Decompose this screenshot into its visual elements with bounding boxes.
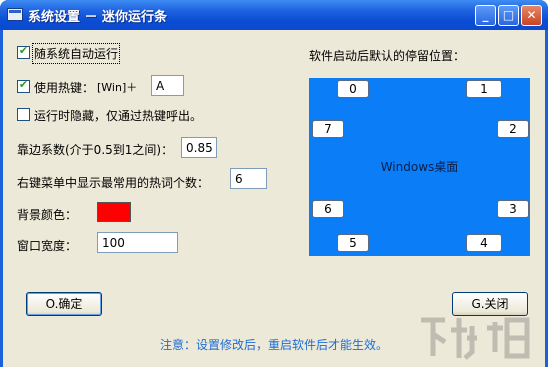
desktop-preview: 0 1 7 2 Windows桌面 6 3 5 4	[309, 78, 530, 256]
close-window-button[interactable]: ✕	[521, 5, 542, 26]
autostart-label[interactable]: 随系统自动运行	[31, 43, 121, 64]
maximize-icon: □	[502, 8, 515, 22]
dock-position-2[interactable]: 2	[497, 120, 529, 138]
background-color-label: 背景颜色：	[17, 208, 78, 222]
edge-coefficient-label: 靠边系数(介于0.5到1之间)：	[17, 143, 174, 157]
ok-button[interactable]: O.确定	[26, 292, 102, 316]
minimize-button[interactable]: _	[475, 5, 496, 26]
hotkey-checkbox[interactable]: ✔	[17, 78, 30, 93]
dock-position-7[interactable]: 7	[312, 120, 344, 138]
dock-position-4[interactable]: 4	[466, 234, 502, 252]
background-color-swatch[interactable]	[97, 202, 131, 222]
watermark-graphic	[421, 317, 530, 360]
dock-position-6[interactable]: 6	[312, 200, 344, 218]
hide-on-run-checkbox[interactable]	[17, 108, 30, 121]
app-window-icon	[7, 8, 23, 21]
dock-position-1[interactable]: 1	[466, 80, 502, 98]
hide-on-run-label[interactable]: 运行时隐藏，仅通过热键呼出。	[34, 107, 202, 124]
menu-hot-count-input[interactable]	[230, 168, 267, 189]
edge-coefficient-input[interactable]	[181, 137, 217, 158]
checkmark-icon: ✔	[18, 78, 29, 91]
watermark-logo	[415, 312, 543, 364]
title-bar[interactable]: 系统设置 － 迷你运行条 _ □ ✕	[0, 0, 548, 30]
settings-client-area: ✔ 随系统自动运行 ✔ 使用热键： [Win]＋ 运行时隐藏，仅通过热键呼出。 …	[3, 30, 545, 367]
settings-window: 系统设置 － 迷你运行条 _ □ ✕ ✔ 随系统自动运行 ✔ 使用热键： [Wi…	[0, 0, 548, 367]
minimize-icon: _	[482, 8, 489, 22]
desktop-label: Windows桌面	[380, 160, 459, 174]
hotkey-modifier: [Win]＋	[97, 81, 138, 94]
hotkey-label[interactable]: 使用热键：	[34, 79, 94, 96]
window-title: 系统设置 － 迷你运行条	[28, 10, 168, 25]
dock-position-0[interactable]: 0	[337, 80, 369, 98]
dock-position-3[interactable]: 3	[497, 200, 529, 218]
window-width-input[interactable]	[97, 232, 178, 253]
window-width-label: 窗口宽度：	[17, 239, 78, 253]
menu-hot-count-label: 右键菜单中显示最常用的热词个数：	[17, 176, 210, 190]
dock-position-heading: 软件启动后默认的停留位置：	[309, 49, 466, 63]
close-icon: ✕	[526, 8, 537, 22]
maximize-button[interactable]: □	[498, 5, 519, 26]
hotkey-key-input[interactable]	[151, 75, 184, 96]
checkmark-icon: ✔	[18, 44, 29, 57]
autostart-checkbox[interactable]: ✔	[17, 44, 30, 59]
dock-position-5[interactable]: 5	[337, 234, 369, 252]
